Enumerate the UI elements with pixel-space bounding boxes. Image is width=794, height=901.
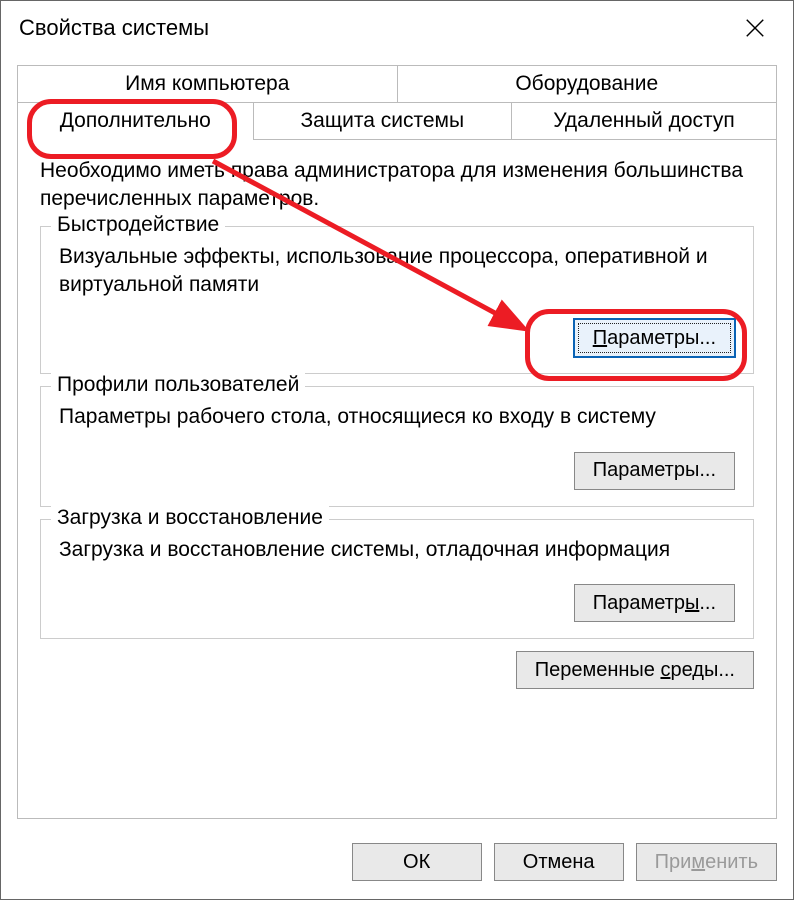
group-user-profiles-legend: Профили пользователей — [51, 373, 305, 397]
tab-hardware[interactable]: Оборудование — [397, 65, 778, 102]
cancel-button[interactable]: Отмена — [494, 843, 624, 881]
startup-settings-button[interactable]: Параметры... — [574, 584, 735, 622]
group-user-profiles-desc: Параметры рабочего стола, относящиеся ко… — [59, 403, 735, 431]
apply-button[interactable]: Применить — [636, 843, 777, 881]
tab-advanced[interactable]: Дополнительно — [17, 102, 253, 139]
group-performance: Быстродействие Визуальные эффекты, испол… — [40, 226, 754, 375]
tab-panel-advanced: Необходимо иметь права администратора дл… — [17, 139, 777, 819]
tab-system-protection[interactable]: Защита системы — [253, 102, 511, 139]
group-performance-desc: Визуальные эффекты, использование процес… — [59, 243, 735, 300]
tabs: Имя компьютера Оборудование Дополнительн… — [17, 65, 777, 139]
performance-settings-button[interactable]: Параметры... — [574, 319, 735, 357]
close-button[interactable] — [735, 8, 775, 48]
group-startup-recovery-desc: Загрузка и восстановление системы, отлад… — [59, 536, 735, 564]
group-user-profiles: Профили пользователей Параметры рабочего… — [40, 386, 754, 506]
window-title: Свойства системы — [19, 15, 735, 41]
dialog-buttons: ОК Отмена Применить — [1, 829, 793, 899]
tab-computer-name[interactable]: Имя компьютера — [17, 65, 397, 102]
admin-note: Необходимо иметь права администратора дл… — [40, 157, 754, 214]
group-performance-legend: Быстродействие — [51, 213, 225, 237]
group-startup-recovery-legend: Загрузка и восстановление — [51, 506, 329, 530]
group-startup-recovery: Загрузка и восстановление Загрузка и вос… — [40, 519, 754, 639]
environment-variables-button[interactable]: Переменные среды... — [516, 651, 754, 689]
tab-remote[interactable]: Удаленный доступ — [511, 102, 777, 139]
close-icon — [744, 17, 766, 39]
titlebar: Свойства системы — [1, 1, 793, 55]
ok-button[interactable]: ОК — [352, 843, 482, 881]
content-area: Имя компьютера Оборудование Дополнительн… — [1, 55, 793, 829]
system-properties-window: Свойства системы Имя компьютера Оборудов… — [0, 0, 794, 900]
profiles-settings-button[interactable]: Параметры... — [574, 452, 735, 490]
